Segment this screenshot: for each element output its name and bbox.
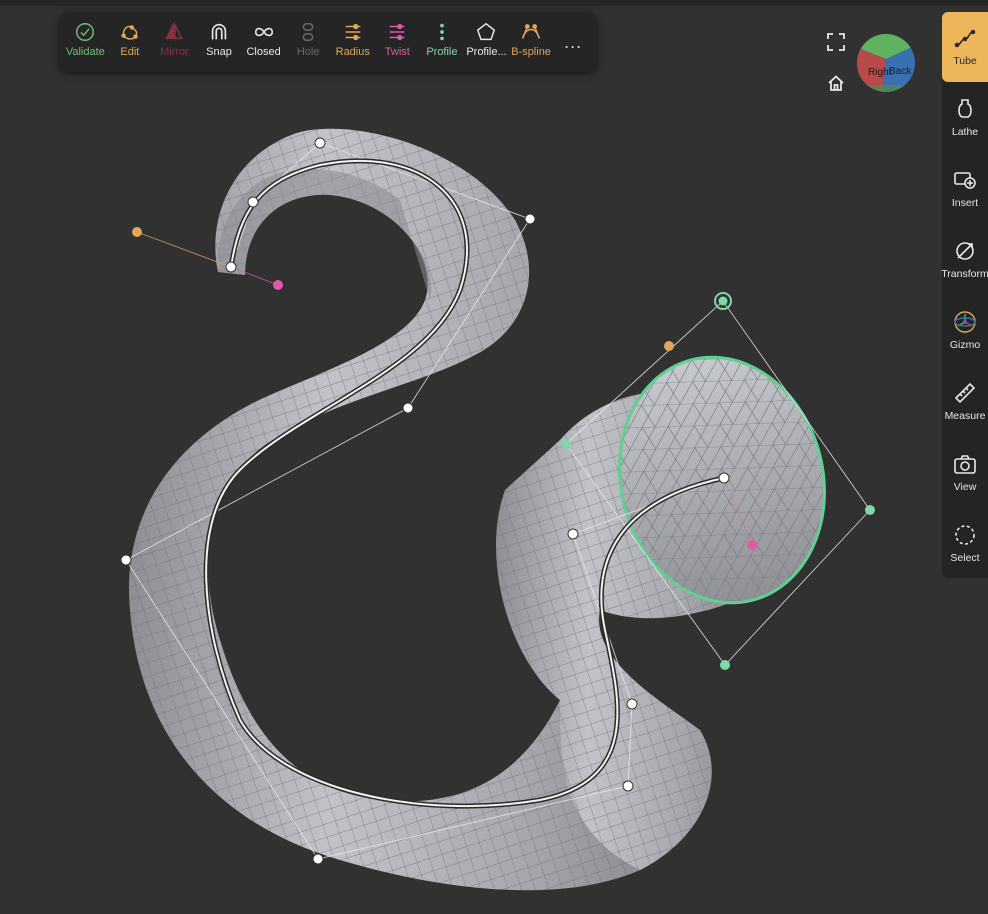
closed-label: Closed xyxy=(246,46,281,58)
pentagon-icon xyxy=(477,22,496,41)
check-circle-icon xyxy=(76,23,95,41)
right-sidebar: Tube Lathe Insert Transform Gizmo Measur… xyxy=(941,12,988,579)
viewport-3d[interactable] xyxy=(0,0,988,914)
sidebar-label-view: View xyxy=(953,481,977,493)
radius-handle xyxy=(664,341,674,351)
lathe-icon xyxy=(958,99,972,118)
profile-handle-center xyxy=(718,296,728,306)
transform-icon xyxy=(956,242,974,260)
profile-handle xyxy=(865,505,875,515)
view-cube-back-label: Back xyxy=(889,66,912,77)
control-point xyxy=(622,780,634,792)
magnet-icon xyxy=(211,23,227,40)
hole-icon xyxy=(302,23,314,41)
twist-handle xyxy=(273,280,283,290)
bspline-icon xyxy=(522,24,541,39)
twist-icon xyxy=(389,23,405,41)
control-point xyxy=(626,698,638,710)
sidebar-label-gizmo: Gizmo xyxy=(949,339,981,351)
mirror-icon xyxy=(165,22,183,42)
control-point xyxy=(402,402,414,414)
control-point xyxy=(120,554,132,566)
profile-handle xyxy=(720,660,730,670)
more-button[interactable]: ... xyxy=(553,12,593,72)
control-point xyxy=(567,528,579,540)
twist-label: Twist xyxy=(384,46,410,58)
infinity-icon xyxy=(254,27,273,37)
sidebar-label-select: Select xyxy=(950,552,980,564)
profile-icon xyxy=(440,23,444,41)
home-icon[interactable] xyxy=(827,74,845,92)
select-circle-icon xyxy=(955,525,975,545)
snap-label: Snap xyxy=(206,46,232,58)
control-point xyxy=(225,261,237,273)
snap-button[interactable]: Snap xyxy=(197,12,242,72)
view-cube[interactable]: Right Back xyxy=(856,33,916,93)
fullscreen-icon[interactable] xyxy=(826,32,846,52)
profile-button[interactable]: Profile xyxy=(420,12,465,72)
edit-curve-icon xyxy=(121,25,138,40)
profile-handle xyxy=(561,439,571,449)
twist-button[interactable]: Twist xyxy=(375,12,420,72)
ruler-icon xyxy=(954,382,976,404)
radius-handle xyxy=(132,227,142,237)
closed-button[interactable]: Closed xyxy=(241,12,286,72)
profile-shape-button[interactable]: Profile... xyxy=(464,12,509,72)
mirror-label: Mirror xyxy=(160,46,189,58)
hole-button[interactable]: Hole xyxy=(286,12,331,72)
sidebar-item-lathe[interactable]: Lathe xyxy=(942,83,988,153)
sidebar-label-transform: Transform xyxy=(941,268,988,280)
edit-label: Edit xyxy=(120,46,140,58)
radius-label: Radius xyxy=(335,46,370,58)
twist-handle xyxy=(747,540,757,550)
edit-button[interactable]: Edit xyxy=(108,12,153,72)
sidebar-item-transform[interactable]: Transform xyxy=(941,225,988,295)
validate-label: Validate xyxy=(65,46,105,58)
sidebar-label-tube: Tube xyxy=(953,55,977,67)
control-point xyxy=(247,196,259,208)
top-toolbar: Validate Edit Mirror Snap Closed Hole Ra… xyxy=(59,12,597,72)
sidebar-item-insert[interactable]: Insert xyxy=(942,154,988,224)
camera-icon xyxy=(954,455,976,474)
sidebar-label-lathe: Lathe xyxy=(951,126,979,138)
hole-label: Hole xyxy=(296,46,320,58)
bspline-label: B-spline xyxy=(511,46,551,58)
profile-shape-label: Profile... xyxy=(466,46,507,58)
sidebar-item-view[interactable]: View xyxy=(942,438,988,508)
gizmo-icon xyxy=(954,311,976,333)
validate-button[interactable]: Validate xyxy=(63,12,108,72)
sidebar-item-measure[interactable]: Measure xyxy=(942,367,988,437)
control-point xyxy=(312,853,324,865)
sidebar-label-insert: Insert xyxy=(951,197,979,209)
mirror-button[interactable]: Mirror xyxy=(152,12,197,72)
radius-icon xyxy=(345,23,361,41)
top-strip xyxy=(0,0,988,6)
control-point xyxy=(718,472,730,484)
sidebar-item-select[interactable]: Select xyxy=(942,509,988,579)
sidebar-label-measure: Measure xyxy=(944,410,986,422)
insert-icon xyxy=(954,172,976,189)
sidebar-item-tube[interactable]: Tube xyxy=(942,12,988,82)
sidebar-item-gizmo[interactable]: Gizmo xyxy=(942,296,988,366)
control-point xyxy=(524,213,536,225)
radius-button[interactable]: Radius xyxy=(330,12,375,72)
profile-label: Profile xyxy=(426,46,458,58)
bspline-button[interactable]: B-spline xyxy=(509,12,554,72)
control-point xyxy=(314,137,326,149)
tube-curve-icon xyxy=(954,29,976,48)
